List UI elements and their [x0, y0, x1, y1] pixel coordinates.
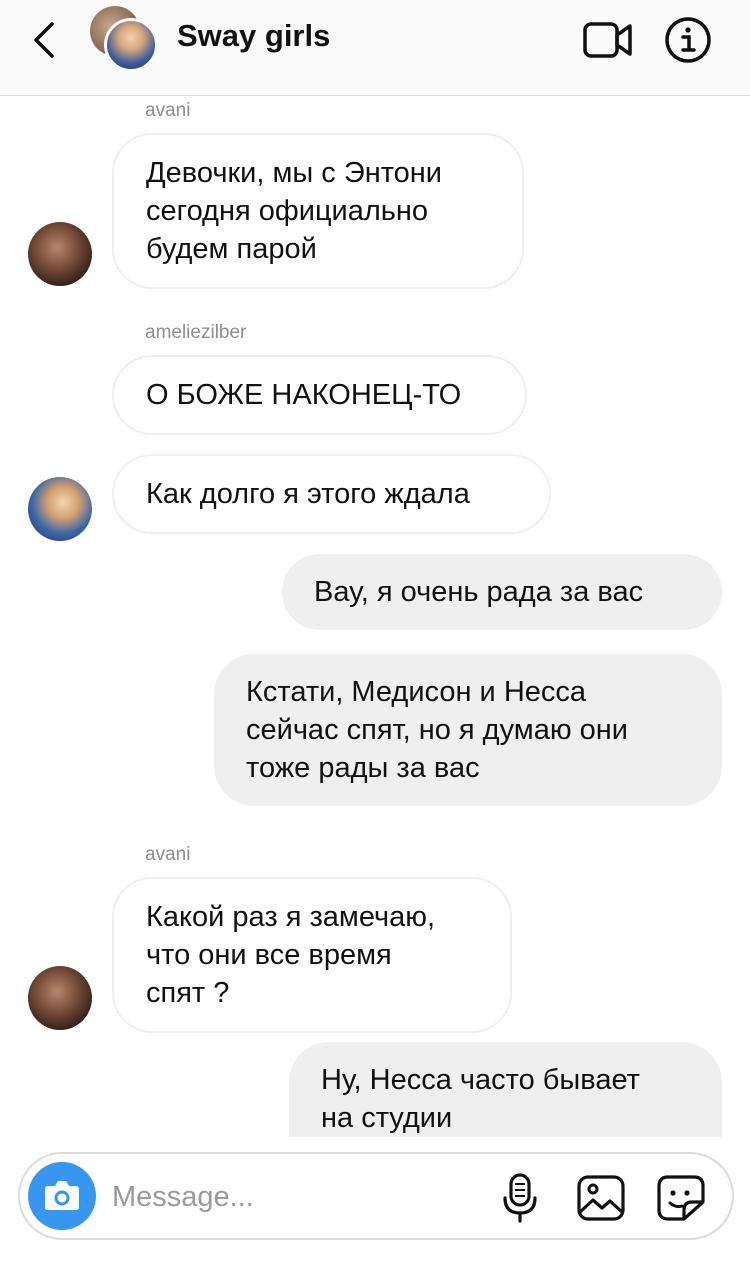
chat-title[interactable]: Sway girls: [177, 18, 330, 54]
camera-button[interactable]: [28, 1162, 96, 1230]
message-list[interactable]: avani Девочки, мы с Энтони сегодня офици…: [0, 97, 750, 1137]
message-bubble[interactable]: Какой раз я замечаю, что они все время с…: [112, 877, 512, 1033]
camera-icon: [45, 1181, 79, 1210]
message-bubble-outgoing[interactable]: Кстати, Медисон и Несса сейчас спят, но …: [214, 654, 722, 806]
info-button[interactable]: [664, 16, 712, 64]
sender-name: avani: [145, 100, 191, 121]
sticker-button[interactable]: [656, 1174, 706, 1222]
avatar[interactable]: [28, 222, 92, 286]
message-composer: [18, 1152, 734, 1240]
back-button[interactable]: [28, 20, 64, 60]
sender-name: avani: [145, 844, 191, 865]
info-icon: [665, 17, 711, 63]
sender-name: ameliezilber: [145, 322, 247, 343]
avatar-front: [104, 18, 158, 72]
group-avatar[interactable]: [90, 6, 160, 76]
message-bubble[interactable]: Девочки, мы с Энтони сегодня официально …: [112, 133, 524, 289]
gallery-button[interactable]: [576, 1174, 626, 1222]
image-icon: [577, 1175, 625, 1221]
sticker-icon: [657, 1175, 705, 1221]
avatar[interactable]: [28, 477, 92, 541]
chevron-left-icon: [34, 22, 54, 58]
chat-header: Sway girls: [0, 0, 750, 96]
message-bubble-outgoing[interactable]: Ну, Несса часто бывает на студии: [289, 1042, 722, 1137]
video-camera-icon: [583, 22, 632, 58]
message-bubble-outgoing[interactable]: Вау, я очень рада за вас: [282, 554, 722, 630]
message-input[interactable]: [110, 1174, 494, 1220]
voice-message-button[interactable]: [500, 1172, 540, 1224]
message-bubble[interactable]: О БОЖЕ НАКОНЕЦ-ТО: [112, 355, 527, 435]
video-call-button[interactable]: [582, 20, 634, 60]
avatar[interactable]: [28, 966, 92, 1030]
message-bubble[interactable]: Как долго я этого ждала: [112, 454, 551, 534]
microphone-icon: [503, 1173, 537, 1223]
